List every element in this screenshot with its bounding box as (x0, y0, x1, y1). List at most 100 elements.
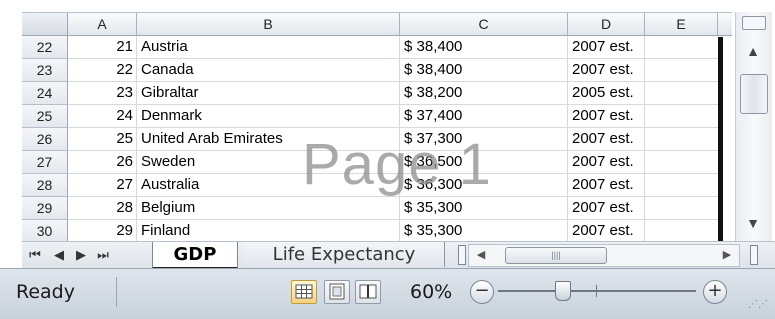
cell-e[interactable] (645, 36, 722, 59)
cell-e[interactable] (645, 82, 722, 105)
column-header-b[interactable]: B (137, 13, 400, 36)
cell-a[interactable]: 26 (68, 151, 137, 174)
table-row: 30 29 Finland $ 35,300 2007 est. (22, 220, 732, 242)
page-layout-icon (329, 283, 345, 300)
tab-life-expectancy[interactable]: Life Expectancy (244, 242, 445, 267)
cell-a[interactable]: 21 (68, 36, 137, 59)
cell-a[interactable]: 25 (68, 128, 137, 151)
column-header-e[interactable]: E (645, 13, 718, 36)
cell-b[interactable]: United Arab Emirates (137, 128, 400, 151)
table-row: 22 21 Austria $ 38,400 2007 est. (22, 36, 732, 59)
cell-e[interactable] (645, 197, 722, 220)
cell-b[interactable]: Denmark (137, 105, 400, 128)
cell-d[interactable]: 2007 est. (568, 197, 645, 220)
table-row: 24 23 Gibraltar $ 38,200 2005 est. (22, 82, 732, 105)
cell-e[interactable] (645, 220, 722, 242)
row-header[interactable]: 28 (22, 174, 68, 197)
cell-a[interactable]: 28 (68, 197, 137, 220)
cell-d[interactable]: 2007 est. (568, 151, 645, 174)
cell-b[interactable]: Canada (137, 59, 400, 82)
select-all-corner[interactable] (22, 13, 68, 36)
scroll-right-icon[interactable]: ▶ (717, 245, 737, 266)
normal-view-button[interactable] (291, 280, 317, 304)
cell-b[interactable]: Belgium (137, 197, 400, 220)
cell-c[interactable]: $ 36,500 (400, 151, 568, 174)
scroll-down-icon[interactable]: ▼ (740, 212, 766, 234)
column-header-c[interactable]: C (400, 13, 568, 36)
row-header[interactable]: 24 (22, 82, 68, 105)
cell-c[interactable]: $ 37,300 (400, 128, 568, 151)
cell-c[interactable]: $ 38,400 (400, 36, 568, 59)
scroll-left-icon[interactable]: ◀ (471, 245, 491, 266)
cell-d[interactable]: 2007 est. (568, 128, 645, 151)
cell-d[interactable]: 2005 est. (568, 82, 645, 105)
cell-e[interactable] (645, 151, 722, 174)
horizontal-split-box[interactable] (750, 245, 758, 265)
page-layout-view-button[interactable] (324, 280, 350, 304)
row-header[interactable]: 23 (22, 59, 68, 82)
cell-a[interactable]: 23 (68, 82, 137, 105)
cell-c[interactable]: $ 35,300 (400, 220, 568, 242)
cell-a[interactable]: 27 (68, 174, 137, 197)
cell-a[interactable]: 29 (68, 220, 137, 242)
cell-c[interactable]: $ 38,200 (400, 82, 568, 105)
scroll-up-icon[interactable]: ▲ (740, 40, 766, 62)
zoom-out-icon[interactable]: − (470, 280, 494, 304)
row-header[interactable]: 27 (22, 151, 68, 174)
column-header-a[interactable]: A (68, 13, 137, 36)
column-header-row: A B C D E (22, 13, 732, 36)
row-header[interactable]: 25 (22, 105, 68, 128)
worksheet-grid[interactable]: A B C D E 22 21 Austria $ 38,400 2007 est. 23… (22, 12, 732, 242)
cell-c[interactable]: $ 37,400 (400, 105, 568, 128)
cell-e[interactable] (645, 128, 722, 151)
cell-b[interactable]: Austria (137, 36, 400, 59)
cell-e[interactable] (645, 174, 722, 197)
cell-c[interactable]: $ 35,300 (400, 197, 568, 220)
first-sheet-icon[interactable]: ⏮ (26, 244, 44, 265)
cell-d[interactable]: 2007 est. (568, 174, 645, 197)
cell-c[interactable]: $ 38,400 (400, 59, 568, 82)
cell-b[interactable]: Finland (137, 220, 400, 242)
page-break-preview-button[interactable] (355, 280, 381, 304)
row-header[interactable]: 26 (22, 128, 68, 151)
table-row: 28 27 Australia $ 36,300 2007 est. (22, 174, 732, 197)
row-header[interactable]: 30 (22, 220, 68, 242)
sheet-tab-bar: ⏮ ◀ ▶ ⏭ GDP Life Expectancy ◀ |||| ▶ (22, 241, 775, 269)
page-break-preview-icon (359, 284, 377, 299)
cell-a[interactable]: 24 (68, 105, 137, 128)
zoom-slider-thumb[interactable] (555, 281, 571, 301)
status-ready-text: Ready (16, 281, 75, 303)
vertical-scrollbar[interactable]: ▲ ▼ (735, 12, 772, 241)
vertical-split-box[interactable] (742, 16, 766, 30)
tab-split-box[interactable] (458, 245, 466, 265)
cell-d[interactable]: 2007 est. (568, 105, 645, 128)
cell-b[interactable]: Sweden (137, 151, 400, 174)
last-sheet-icon[interactable]: ⏭ (94, 244, 112, 265)
status-divider (116, 277, 117, 307)
zoom-level-label[interactable]: 60% (410, 269, 452, 315)
tab-gdp[interactable]: GDP (152, 242, 238, 269)
cell-e[interactable] (645, 105, 722, 128)
row-header[interactable]: 22 (22, 36, 68, 59)
cell-e[interactable] (645, 59, 722, 82)
cell-b[interactable]: Gibraltar (137, 82, 400, 105)
table-row: 26 25 United Arab Emirates $ 37,300 2007 est… (22, 128, 732, 151)
previous-sheet-icon[interactable]: ◀ (50, 244, 68, 265)
column-header-d[interactable]: D (568, 13, 645, 36)
next-sheet-icon[interactable]: ▶ (72, 244, 90, 265)
status-bar: Ready 60% − + ⋰⋰ (0, 268, 775, 319)
vertical-scroll-thumb[interactable] (740, 74, 768, 114)
cell-d[interactable]: 2007 est. (568, 36, 645, 59)
zoom-slider-track[interactable] (498, 290, 696, 292)
resize-grip-icon[interactable]: ⋰⋰ (748, 299, 768, 313)
zoom-in-icon[interactable]: + (703, 280, 727, 304)
row-header[interactable]: 29 (22, 197, 68, 220)
cell-d[interactable]: 2007 est. (568, 220, 645, 242)
horizontal-scrollbar[interactable]: ◀ |||| ▶ (468, 244, 740, 267)
column-header-f[interactable] (718, 13, 732, 36)
cell-d[interactable]: 2007 est. (568, 59, 645, 82)
cell-a[interactable]: 22 (68, 59, 137, 82)
cell-b[interactable]: Australia (137, 174, 400, 197)
horizontal-scroll-thumb[interactable]: |||| (505, 247, 607, 264)
cell-c[interactable]: $ 36,300 (400, 174, 568, 197)
